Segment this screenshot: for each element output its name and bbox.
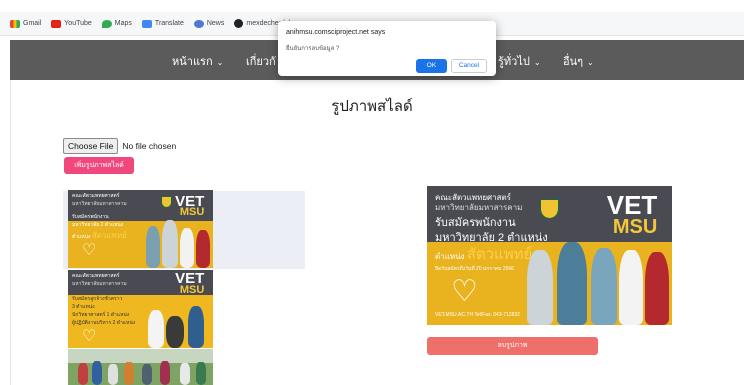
person-image (160, 361, 170, 385)
maps-icon (101, 19, 112, 28)
person-image (527, 250, 553, 325)
photo-sky (68, 349, 213, 364)
poster-line-3: ตำแหน่ง สัตวแพทย์ (435, 244, 532, 265)
poster-deadline: ปิดรับสมัครถึงวันที่ 20 มกราคม 2566 (435, 266, 514, 272)
cancel-button[interactable]: Cancel (451, 59, 487, 73)
file-status-text: No file chosen (122, 141, 177, 151)
person-image (557, 242, 587, 325)
file-input[interactable]: Choose File No file chosen (63, 138, 176, 154)
nav-item-others[interactable]: อื่นๆ ⌄ (563, 52, 594, 70)
person-image (78, 363, 88, 385)
slide-thumbnail-1[interactable]: คณะสัตวแพทยศาสตร์ มหาวิทยาลัยมหาสารคาม V… (68, 190, 213, 268)
person-image (591, 248, 617, 325)
poster-brand: VET MSU (607, 192, 658, 238)
brand-sub: MSU (179, 283, 205, 296)
poster-line-3: ตำแหน่ง สัตวแพทย์ (72, 230, 127, 241)
slide-thumbnail-2[interactable]: คณะสัตวแพทยศาสตร์ มหาวิทยาลัยมหาสารคาม V… (68, 270, 213, 348)
poster-line-1: รับสมัครพนักงาน (72, 214, 109, 220)
bookmark-youtube[interactable]: YouTube (51, 19, 92, 28)
person-image (645, 252, 669, 325)
heart-icon: ♡ (82, 242, 97, 259)
poster-line-1: รับสมัครลูกจ้างชั่วคราว (72, 296, 123, 302)
page-title: รูปภาพสไลด์ (331, 98, 413, 115)
poster-university: มหาวิทยาลัยมหาสารคาม (435, 203, 523, 212)
poster-line-2: มหาวิทยาลัย 2 ตำแหน่ง (72, 222, 124, 228)
poster-brand: VET MSU (175, 271, 205, 296)
news-icon (193, 19, 204, 28)
person-image (196, 230, 210, 268)
poster-faculty: คณะสัตวแพทยศาสตร์ (72, 193, 120, 199)
person-image (108, 364, 118, 385)
nav-item-label: รู้ทั่วไป (498, 56, 530, 68)
poster-faculty: คณะสัตวแพทยศาสตร์ (72, 273, 120, 279)
person-image (148, 310, 164, 348)
slide-preview: คณะสัตวแพทยศาสตร์ มหาวิทยาลัยมหาสารคาม V… (427, 186, 672, 325)
dog-image (166, 316, 184, 348)
heart-icon: ♡ (451, 275, 478, 308)
poster-line-3: นักวิทยาศาสตร์ 1 ตำแหน่ง (72, 312, 130, 318)
bookmark-maps[interactable]: Maps (101, 19, 132, 28)
bookmark-label: Gmail (23, 20, 42, 27)
poster-line-3-highlight: สัตวแพทย์ (466, 246, 533, 263)
bookmark-label: News (206, 20, 225, 27)
person-image (196, 362, 206, 385)
person-image (142, 364, 152, 385)
person-image (146, 226, 160, 268)
bookmark-gmail[interactable]: Gmail (10, 19, 42, 28)
chevron-down-icon: ⌄ (587, 58, 594, 67)
github-icon (234, 19, 244, 28)
translate-icon (141, 19, 152, 28)
poster-line-3-highlight: สัตวแพทย์ (91, 231, 127, 240)
nav-item-general[interactable]: รู้ทั่วไป ⌄ (498, 52, 541, 70)
heart-icon: ♡ (82, 328, 97, 345)
nav-item-about[interactable]: เกี่ยวกั (246, 52, 276, 70)
slide-thumbnail-3[interactable] (68, 349, 213, 385)
person-image (92, 361, 102, 385)
person-image (188, 306, 204, 348)
poster-university: มหาวิทยาลัยมหาสารคาม (72, 201, 127, 207)
dialog-message: ยืนยันการลบข้อมูล ? (286, 46, 340, 52)
nav-item-label: เกี่ยวกั (246, 56, 276, 68)
nav-item-label: หน้าแรก (172, 56, 213, 68)
poster-line-1: รับสมัครพนักงาน (435, 217, 516, 229)
brand-sub: MSU (612, 215, 658, 238)
bookmark-label: Translate (154, 20, 184, 27)
choose-file-button[interactable]: Choose File (63, 138, 119, 154)
brand-sub: MSU (179, 206, 205, 219)
gmail-icon (10, 19, 20, 28)
person-image (619, 250, 643, 325)
content-border (10, 80, 11, 385)
ok-button[interactable]: OK (416, 59, 447, 73)
person-image (124, 362, 134, 385)
confirm-dialog: anihmsu.comsciproject.net says ยืนยันการ… (278, 21, 496, 76)
nav-item-label: อื่นๆ (563, 56, 584, 68)
add-slide-button[interactable]: เพิ่มรูปภาพสไลด์ (64, 157, 134, 174)
bookmark-news[interactable]: News (193, 19, 225, 28)
person-image (180, 363, 190, 385)
chevron-down-icon: ⌄ (533, 58, 541, 67)
person-image (162, 220, 178, 268)
poster-line-3-prefix: ตำแหน่ง (435, 252, 465, 261)
bookmark-translate[interactable]: Translate (141, 19, 184, 28)
poster-contact: VET.MSU.AC.TH Tel/Fax. 043-712832 (435, 312, 520, 318)
nav-item-home[interactable]: หน้าแรก ⌄ (172, 52, 223, 70)
bookmark-label: YouTube (64, 20, 92, 27)
person-image (180, 228, 194, 268)
delete-image-button[interactable]: ลบรูปภาพ (427, 337, 598, 355)
chevron-down-icon: ⌄ (216, 58, 224, 67)
youtube-icon (51, 19, 62, 28)
poster-brand: VET MSU (175, 194, 205, 219)
bookmark-label: Maps (114, 20, 132, 27)
dialog-title: anihmsu.comsciproject.net says (286, 29, 386, 36)
page: Gmail YouTube Maps Translate News mexdec… (0, 0, 744, 385)
poster-line-2: 3 ตำแหน่ง (72, 304, 95, 310)
poster-university: มหาวิทยาลัยมหาสารคาม (72, 281, 127, 287)
